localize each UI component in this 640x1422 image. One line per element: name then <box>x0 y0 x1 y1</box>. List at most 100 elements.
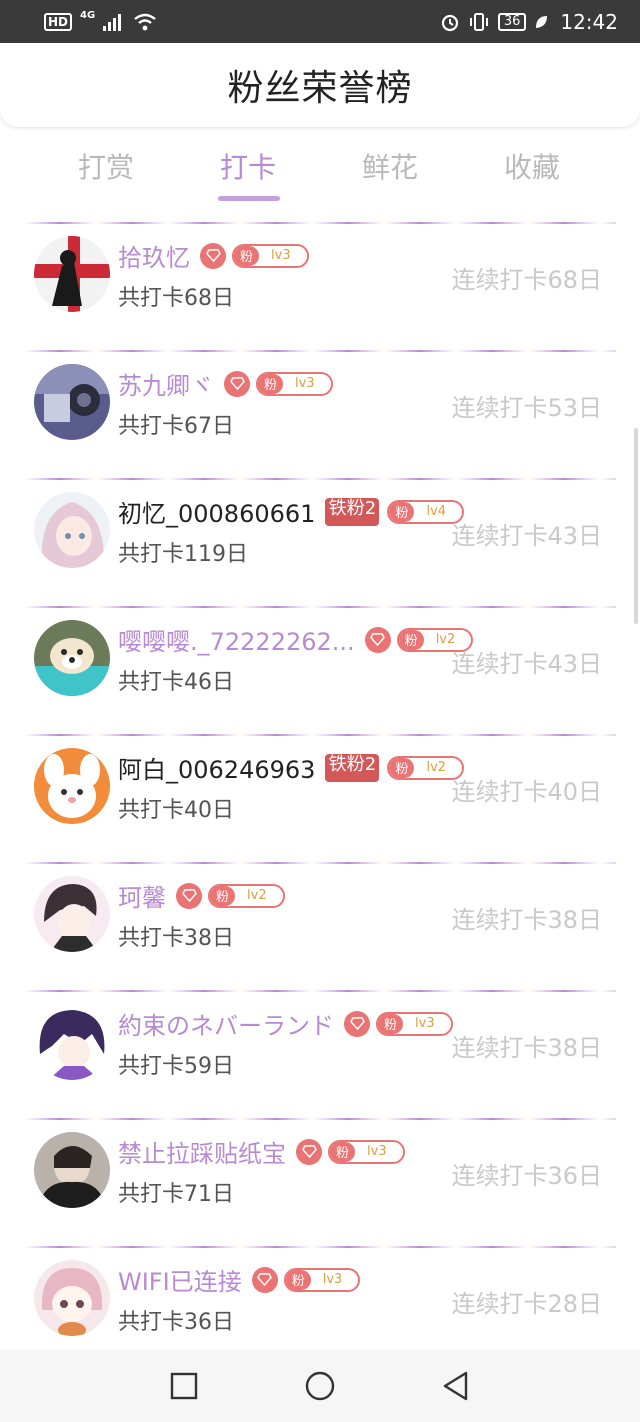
avatar[interactable] <box>34 1004 110 1080</box>
fan-name[interactable]: 珂馨 <box>118 878 166 913</box>
tab-favorites[interactable]: 收藏 <box>472 146 592 186</box>
avatar[interactable] <box>34 876 110 952</box>
wave-divider <box>24 350 616 352</box>
iron-fan-badge: 铁粉2 <box>325 753 380 782</box>
wave-divider <box>24 1118 616 1120</box>
diamond-icon <box>364 626 391 653</box>
alarm-icon <box>441 14 458 31</box>
fan-list-item[interactable]: 苏九卿ヾ 粉 lv3 共打卡67日 连续打卡53日 <box>0 350 640 478</box>
fan-name[interactable]: 拾玖忆 <box>118 238 190 273</box>
fan-level-badge: 粉 lv3 <box>256 371 333 396</box>
diamond-icon <box>200 242 226 269</box>
fan-name-row: WIFI已连接 粉 lv3 <box>118 1262 361 1297</box>
fan-label: 粉 <box>210 885 236 906</box>
streak-checkin-days: 连续打卡28日 <box>451 1290 602 1318</box>
wave-divider <box>24 990 616 992</box>
tab-reward[interactable]: 打赏 <box>46 146 166 186</box>
hd-badge: HD <box>44 12 73 31</box>
total-checkin-days: 共打卡67日 <box>118 414 234 439</box>
fan-name-row: 阿白_006246963 铁粉2 粉 lv2 <box>118 750 465 785</box>
fan-list-item[interactable]: 初忆_000860661 铁粉2 粉 lv4 共打卡119日 连续打卡43日 <box>0 478 640 606</box>
streak-checkin-days: 连续打卡40日 <box>451 778 602 806</box>
fan-name-row: 約束のネバーランド 粉 lv3 <box>118 1006 453 1041</box>
system-nav-bar <box>0 1350 640 1422</box>
wave-divider <box>24 734 616 736</box>
page-title: 粉丝荣誉榜 <box>227 68 413 109</box>
fan-name-row: 苏九卿ヾ 粉 lv3 <box>118 366 333 401</box>
wifi-icon <box>134 13 156 30</box>
diamond-icon <box>224 370 250 397</box>
streak-checkin-days: 连续打卡38日 <box>451 906 602 934</box>
fan-name[interactable]: 禁止拉踩贴纸宝 <box>118 1134 286 1169</box>
fan-level: lv3 <box>415 1016 435 1031</box>
avatar[interactable] <box>34 492 110 568</box>
tab-flowers[interactable]: 鲜花 <box>330 146 450 186</box>
scrollbar[interactable] <box>634 428 638 624</box>
fan-name[interactable]: 初忆_000860661 <box>118 494 315 529</box>
fan-list-item[interactable]: 珂馨 粉 lv2 共打卡38日 连续打卡38日 <box>0 862 640 990</box>
recent-apps-icon[interactable] <box>168 1370 200 1402</box>
total-checkin-days: 共打卡46日 <box>118 670 234 695</box>
fan-level: lv3 <box>295 376 315 391</box>
tab-bar: 打赏 打卡 鲜花 收藏 <box>0 138 640 208</box>
fan-label: 粉 <box>389 757 415 778</box>
fan-list: 拾玖忆粉 lv3 共打卡68日 连续打卡68日 苏九卿ヾ粉 lv3 共打卡67日 连续打卡53… <box>0 222 640 1374</box>
streak-checkin-days: 连续打卡53日 <box>451 394 602 422</box>
fan-label: 粉 <box>285 1269 311 1290</box>
leaf-icon <box>536 15 548 28</box>
total-checkin-days: 共打卡119日 <box>118 542 248 567</box>
signal-icon <box>103 13 122 31</box>
fan-name-row: 初忆_000860661 铁粉2 粉 lv4 <box>118 494 465 529</box>
clock: 12:42 <box>560 9 618 34</box>
fan-label: 粉 <box>389 501 415 522</box>
diamond-icon <box>296 1138 322 1165</box>
avatar[interactable] <box>34 620 110 696</box>
fan-list-item[interactable]: 約束のネバーランド 粉 lv3 共打卡59日 连续打卡38日 <box>0 990 640 1118</box>
fan-name[interactable]: 約束のネバーランド <box>118 1006 334 1041</box>
streak-checkin-days: 连续打卡43日 <box>451 650 602 678</box>
fan-name[interactable]: 苏九卿ヾ <box>118 366 214 401</box>
fan-level: lv3 <box>322 1272 343 1287</box>
diamond-icon <box>344 1010 370 1037</box>
fan-name[interactable]: 嘤嘤嘤._72222262... <box>118 622 355 657</box>
battery-level: 36 <box>497 12 527 31</box>
avatar[interactable] <box>34 1132 110 1208</box>
avatar[interactable] <box>34 748 110 824</box>
wave-divider <box>24 1246 616 1248</box>
fan-level-badge: 粉 lv3 <box>283 1267 361 1292</box>
fan-list-item[interactable]: 禁止拉踩贴纸宝 粉 lv3 共打卡71日 连续打卡36日 <box>0 1118 640 1246</box>
back-icon[interactable] <box>440 1370 472 1402</box>
fan-list-item[interactable]: 阿白_006246963 铁粉2 粉 lv2 共打卡40日 连续打卡40日 <box>0 734 640 862</box>
streak-checkin-days: 连续打卡36日 <box>451 1162 602 1190</box>
fan-label: 粉 <box>234 245 260 266</box>
total-checkin-days: 共打卡40日 <box>118 798 234 823</box>
streak-checkin-days: 连续打卡68日 <box>451 266 602 294</box>
fan-name[interactable]: WIFI已连接 <box>118 1262 242 1297</box>
header: 粉丝荣誉榜 <box>0 43 640 127</box>
vibrate-icon <box>469 12 488 31</box>
fan-name-row: 嘤嘤嘤._72222262... 粉 lv2 <box>118 622 474 657</box>
diamond-icon <box>176 882 202 909</box>
iron-fan-badge: 铁粉2 <box>325 497 380 526</box>
total-checkin-days: 共打卡59日 <box>118 1054 234 1079</box>
tab-checkin[interactable]: 打卡 <box>188 146 308 186</box>
home-icon[interactable] <box>304 1370 336 1402</box>
avatar[interactable] <box>34 1260 110 1336</box>
fan-label: 粉 <box>330 1141 356 1162</box>
fan-label: 粉 <box>258 373 284 394</box>
fan-name[interactable]: 阿白_006246963 <box>118 750 315 785</box>
fan-level-badge: 粉 lv2 <box>208 883 285 908</box>
avatar[interactable] <box>34 236 110 312</box>
fan-list-item[interactable]: 嘤嘤嘤._72222262... 粉 lv2 共打卡46日 连续打卡43日 <box>0 606 640 734</box>
streak-checkin-days: 连续打卡38日 <box>451 1034 602 1062</box>
fan-level-badge: 粉 lv3 <box>328 1139 405 1164</box>
status-bar: HD 4G 36 12:42 <box>0 0 640 43</box>
total-checkin-days: 共打卡71日 <box>118 1182 234 1207</box>
fan-list-item[interactable]: 拾玖忆 粉 lv3 共打卡68日 连续打卡68日 <box>0 222 640 350</box>
avatar[interactable] <box>34 364 110 440</box>
fan-level: lv2 <box>247 888 267 903</box>
fan-name-row: 禁止拉踩贴纸宝 粉 lv3 <box>118 1134 405 1169</box>
total-checkin-days: 共打卡38日 <box>118 926 234 951</box>
streak-checkin-days: 连续打卡43日 <box>451 522 602 550</box>
total-checkin-days: 共打卡36日 <box>118 1310 234 1335</box>
